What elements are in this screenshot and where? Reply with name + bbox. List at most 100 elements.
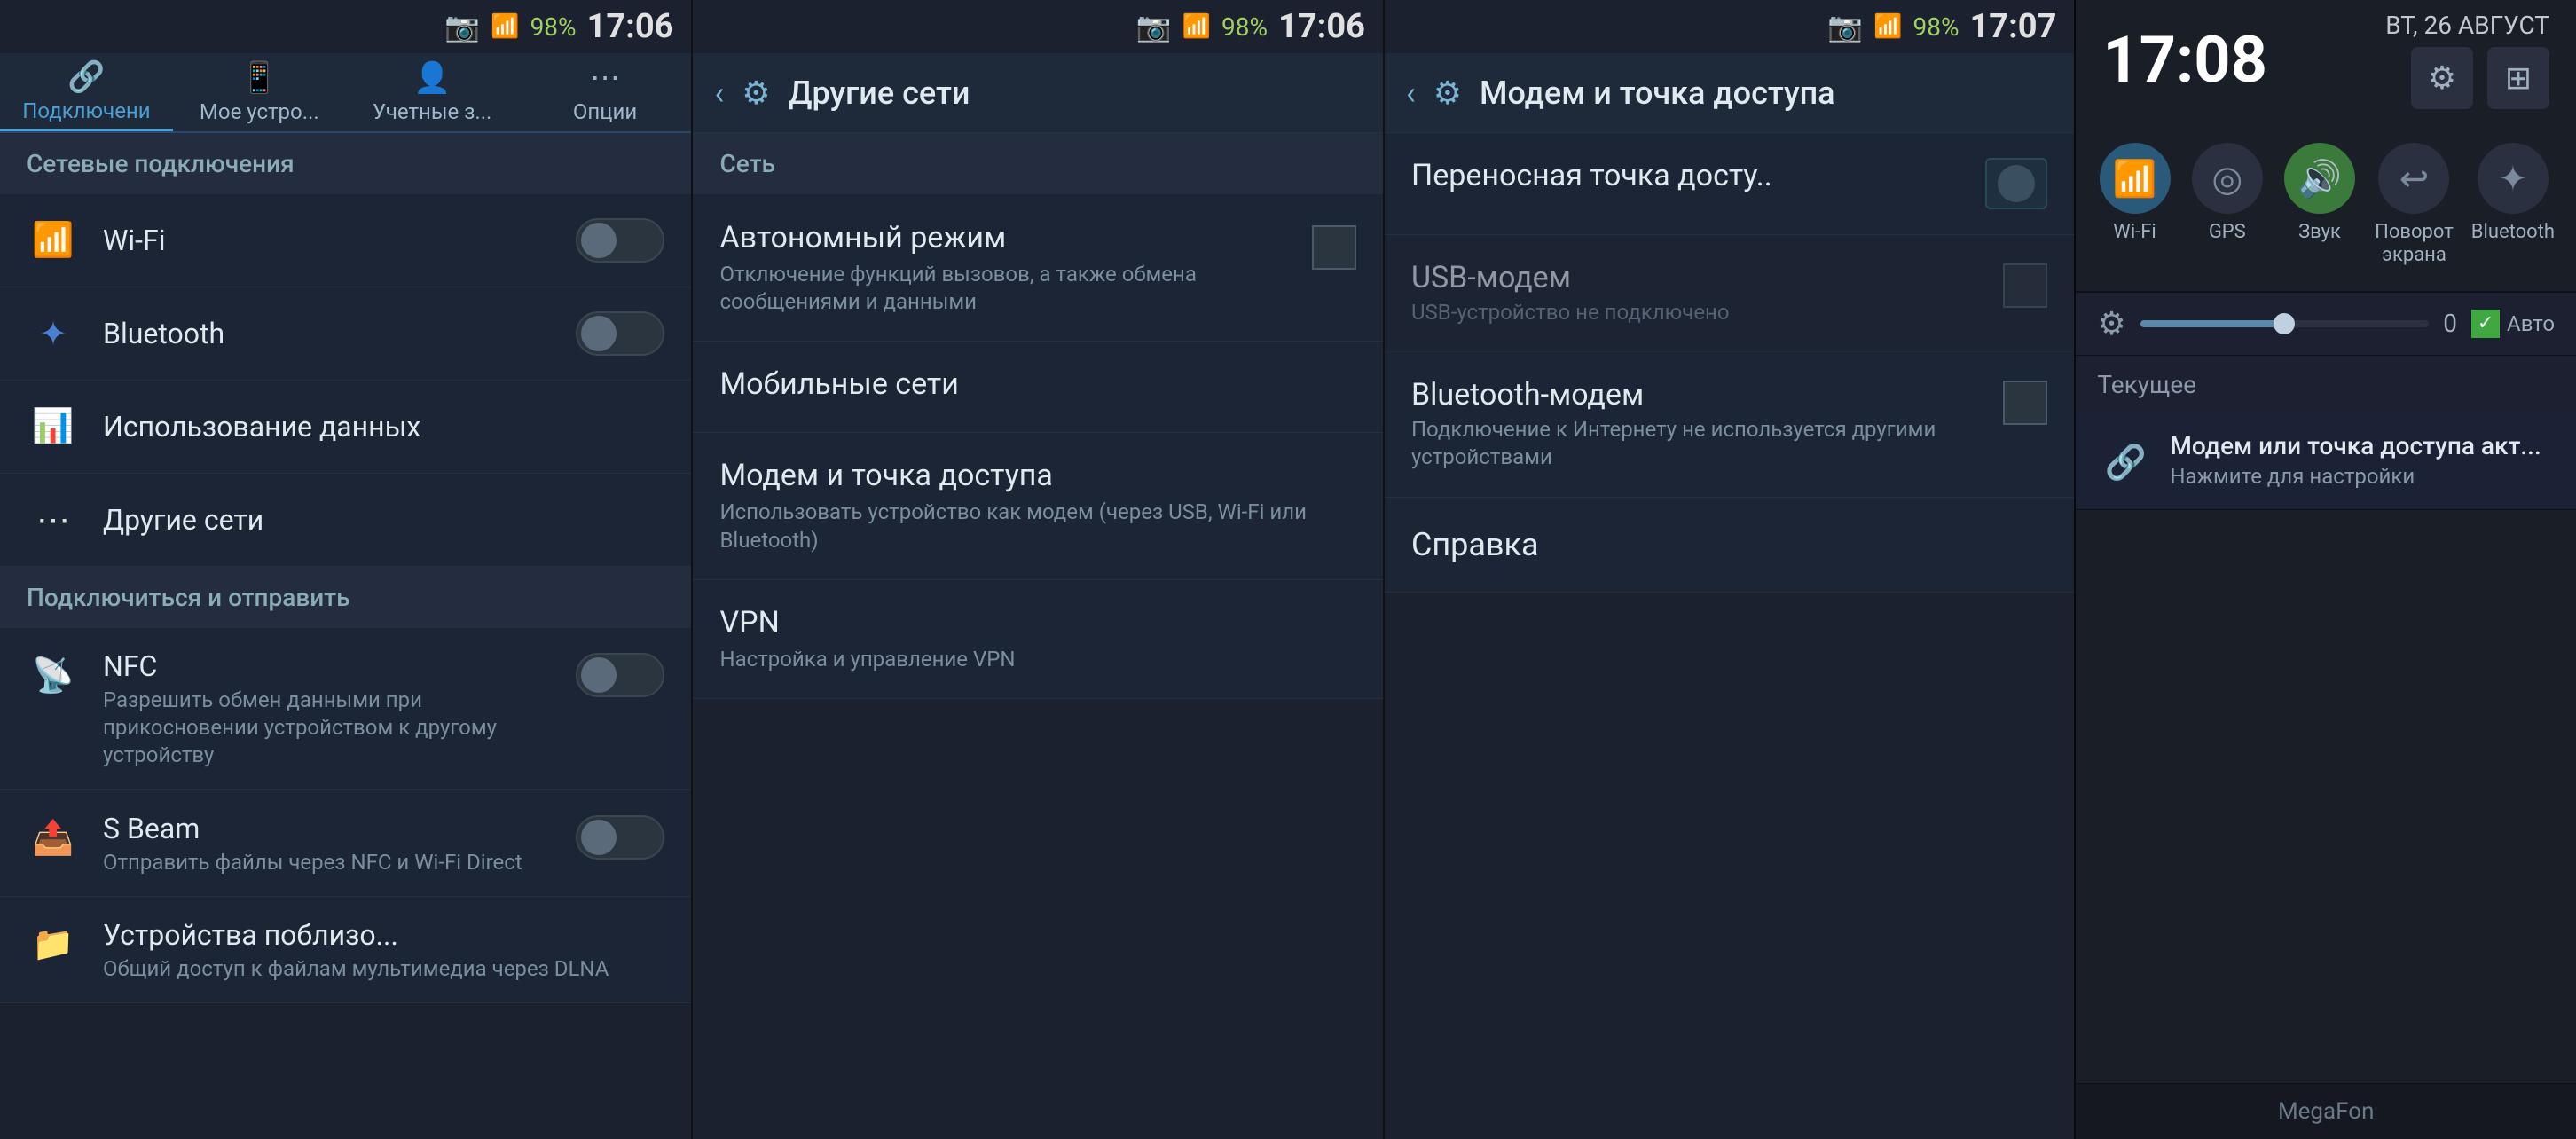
- autonomous-desc: Отключение функций вызовов, а также обме…: [719, 261, 1279, 316]
- nfc-toggle[interactable]: [576, 653, 664, 697]
- usbmodem-title: USB-модем: [1411, 260, 1989, 295]
- gear-settings-button[interactable]: ⚙: [2411, 47, 2473, 109]
- tab-mydevice-icon: 📱: [240, 60, 278, 96]
- top-bar: 17:08 ВТ, 26 АВГУСТ ⚙ ⊞: [2076, 0, 2576, 120]
- modem-item-usbmodem[interactable]: USB-модем USB-устройство не подключено: [1385, 235, 2074, 352]
- brightness-fill: [2140, 320, 2285, 327]
- othernets-icon: ⋯: [27, 493, 80, 546]
- modem-item-btmodem[interactable]: Bluetooth-модем Подключение к Интернету …: [1385, 352, 2074, 497]
- panel-connections: 📷 📶 98% 17:06 🔗 Подключени 📱 Мое устро..…: [0, 0, 691, 1139]
- modem-item-hotspot[interactable]: Переносная точка досту..: [1385, 133, 2074, 235]
- hotspot-knob: [1998, 165, 2035, 202]
- tile-sound-icon: 🔊: [2297, 158, 2342, 200]
- carrier-bar: MegaFon: [2076, 1083, 2576, 1139]
- settings-item-bluetooth[interactable]: ✦ Bluetooth: [0, 287, 691, 381]
- back-button-2[interactable]: ‹: [714, 75, 724, 112]
- camera-icon-2: 📷: [1136, 10, 1172, 43]
- battery-1: 98%: [530, 12, 577, 42]
- gear-settings-icon: ⚙: [2428, 59, 2456, 97]
- net-item-autonomous[interactable]: Автономный режим Отключение функций вызо…: [693, 195, 1382, 342]
- tile-gps-icon-wrap: ◎: [2192, 143, 2263, 214]
- hotspot-toggle[interactable]: [1985, 158, 2047, 209]
- settings-item-nfc[interactable]: 📡 NFC Разрешить обмен данными при прикос…: [0, 628, 691, 790]
- tile-sound-label: Звук: [2298, 221, 2341, 244]
- nfc-title: NFC: [103, 649, 576, 683]
- signal-icon-3: 📶: [1873, 13, 1902, 40]
- status-bar-3: 📷 📶 98% 17:07: [1385, 0, 2074, 53]
- settings-item-sbeam[interactable]: 📤 S Beam Отправить файлы через NFC и Wi-…: [0, 790, 691, 897]
- wifi-toggle[interactable]: [576, 218, 664, 263]
- panel-modem: 📷 📶 98% 17:07 ‹ ⚙ Модем и точка доступа …: [1383, 0, 2074, 1139]
- net-item-vpn[interactable]: VPN Настройка и управление VPN: [693, 580, 1382, 699]
- bluetooth-label: Bluetooth: [103, 317, 576, 350]
- tab-options-icon: ⋯: [590, 60, 620, 96]
- brightness-knob: [2274, 313, 2295, 334]
- quick-tiles: 📶 Wi-Fi ◎ GPS 🔊 Звук ↩ Поворот экрана ✦: [2076, 120, 2576, 293]
- notification-date: ВТ, 26 АВГУСТ: [2385, 11, 2549, 40]
- tab-accounts-label: Учетные з...: [373, 99, 491, 124]
- auto-checkbox[interactable]: ✓: [2471, 310, 2500, 338]
- net-item-modemhotspot[interactable]: Модем и точка доступа Использовать устро…: [693, 433, 1382, 579]
- tile-gps-icon: ◎: [2211, 158, 2242, 200]
- tile-bluetooth[interactable]: ✦ Bluetooth: [2468, 134, 2558, 277]
- brightness-icon: ⚙: [2097, 305, 2125, 342]
- tab-connections-icon: 🔗: [67, 59, 105, 95]
- vpn-desc: Настройка и управление VPN: [719, 646, 1355, 673]
- btmodem-desc: Подключение к Интернету не используется …: [1411, 416, 1989, 471]
- wifi-icon: 📶: [27, 214, 80, 267]
- usbmodem-checkbox[interactable]: [2003, 263, 2047, 308]
- settings-item-nearbydevices[interactable]: 📁 Устройства поблизо... Общий доступ к ф…: [0, 897, 691, 1003]
- grid-button[interactable]: ⊞: [2487, 47, 2549, 109]
- net-item-mobilenets[interactable]: Мобильные сети: [693, 342, 1382, 433]
- vpn-title: VPN: [719, 605, 1355, 640]
- bluetooth-toggle[interactable]: [576, 311, 664, 356]
- datausage-icon: 📊: [27, 400, 80, 453]
- nfc-icon: 📡: [27, 649, 80, 703]
- section-connect-send: Подключиться и отправить: [0, 567, 691, 628]
- tab-options-label: Опции: [573, 99, 637, 124]
- sbeam-icon: 📤: [27, 812, 80, 865]
- grid-icon: ⊞: [2505, 59, 2532, 97]
- notif-modem-subtitle: Нажмите для настройки: [2170, 464, 2555, 489]
- time-2: 17:06: [1278, 7, 1365, 46]
- othernets-label: Другие сети: [103, 503, 664, 537]
- battery-3: 98%: [1913, 12, 1959, 42]
- nearbydevices-icon: 📁: [27, 918, 80, 971]
- notif-modem-title: Модем или точка доступа акт...: [2170, 431, 2555, 460]
- tab-accounts-icon: 👤: [413, 60, 451, 96]
- tile-gps[interactable]: ◎ GPS: [2187, 134, 2268, 277]
- notification-time: 17:08: [2102, 22, 2267, 98]
- panel3-title: Модем и точка доступа: [1480, 75, 1835, 112]
- autonomous-checkbox[interactable]: [1312, 225, 1356, 270]
- nearbydevices-desc: Общий доступ к файлам мультимедиа через …: [103, 955, 664, 983]
- settings-item-othernets[interactable]: ⋯ Другие сети: [0, 474, 691, 567]
- time-1: 17:06: [587, 7, 674, 46]
- sbeam-title: S Beam: [103, 812, 576, 845]
- sbeam-toggle[interactable]: [576, 815, 664, 860]
- tab-accounts[interactable]: 👤 Учетные з...: [346, 53, 519, 131]
- back-button-3[interactable]: ‹: [1406, 75, 1416, 112]
- panel-notifications: 17:08 ВТ, 26 АВГУСТ ⚙ ⊞ 📶 Wi-Fi ◎: [2074, 0, 2576, 1139]
- bluetooth-icon: ✦: [27, 307, 80, 360]
- tile-sound[interactable]: 🔊 Звук: [2279, 134, 2360, 277]
- tab-options[interactable]: ⋯ Опции: [519, 53, 692, 131]
- settings-item-datausage[interactable]: 📊 Использование данных: [0, 381, 691, 474]
- tile-wifi-label: Wi-Fi: [2113, 221, 2156, 244]
- panel-other-networks: 📷 📶 98% 17:06 ‹ ⚙ Другие сети Сеть Автон…: [691, 0, 1382, 1139]
- battery-2: 98%: [1221, 12, 1268, 42]
- tile-wifi[interactable]: 📶 Wi-Fi: [2093, 134, 2175, 277]
- tile-bluetooth-icon-wrap: ✦: [2478, 143, 2549, 214]
- tab-connections[interactable]: 🔗 Подключени: [0, 53, 173, 131]
- tab-mydevice[interactable]: 📱 Мое устро...: [173, 53, 346, 131]
- tab-connections-label: Подключени: [22, 98, 150, 123]
- gear-icon-3: ⚙: [1433, 75, 1462, 112]
- btmodem-checkbox[interactable]: [2003, 381, 2047, 425]
- brightness-auto[interactable]: ✓ Авто: [2471, 310, 2555, 338]
- tile-rotate[interactable]: ↩ Поворот экрана: [2371, 134, 2457, 277]
- справка-item[interactable]: Справка: [1385, 498, 2074, 593]
- settings-item-wifi[interactable]: 📶 Wi-Fi: [0, 194, 691, 287]
- panel3-header: ‹ ⚙ Модем и точка доступа: [1385, 53, 2074, 133]
- tab-bar-1: 🔗 Подключени 📱 Мое устро... 👤 Учетные з.…: [0, 53, 691, 133]
- brightness-slider[interactable]: [2140, 320, 2430, 327]
- notification-modem[interactable]: 🔗 Модем или точка доступа акт... Нажмите…: [2076, 413, 2576, 510]
